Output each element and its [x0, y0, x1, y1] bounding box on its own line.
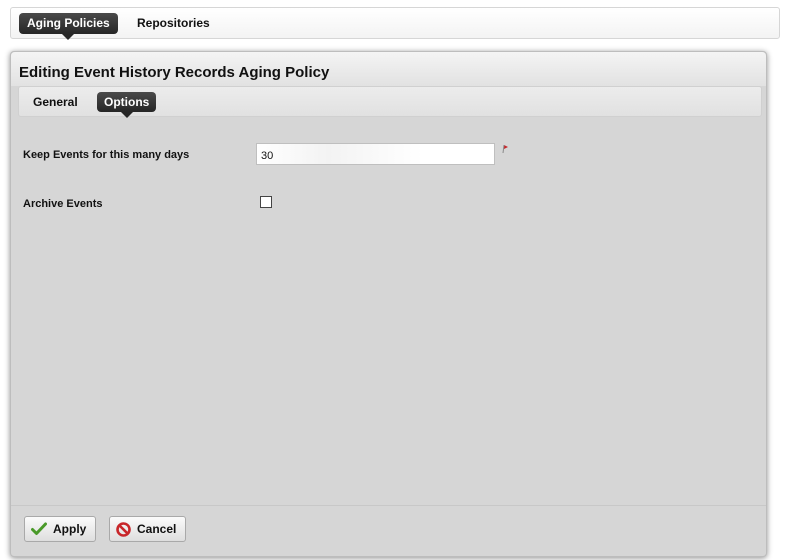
no-entry-icon: [116, 521, 131, 537]
archive-events-label: Archive Events: [23, 198, 103, 210]
cancel-button[interactable]: Cancel: [109, 516, 187, 542]
apply-button[interactable]: Apply: [24, 516, 97, 542]
tab-repositories-label: Repositories: [137, 16, 210, 30]
tab-aging-policies-label: Aging Policies: [27, 16, 110, 30]
checkmark-icon: [31, 522, 47, 535]
tab-aging-policies[interactable]: Aging Policies: [19, 13, 118, 40]
tab-options-label: Options: [104, 95, 150, 109]
dialog-title: Editing Event History Records Aging Poli…: [19, 64, 330, 81]
keep-days-input[interactable]: [256, 143, 495, 165]
cancel-button-label: Cancel: [137, 522, 177, 536]
apply-button-label: Apply: [53, 522, 87, 536]
top-nav-bar: Aging Policies Repositories: [10, 7, 780, 40]
dialog-header: Editing Event History Records Aging Poli…: [11, 52, 766, 86]
required-marker-icon: [502, 144, 508, 154]
keep-days-label: Keep Events for this many days: [23, 149, 190, 161]
tab-general-label: General: [33, 95, 78, 109]
tab-options[interactable]: Options: [97, 92, 157, 118]
tab-general[interactable]: General: [26, 92, 85, 112]
edit-policy-dialog: Editing Event History Records Aging Poli…: [10, 51, 767, 557]
dialog-tab-bar: General Options: [18, 86, 762, 118]
archive-events-checkbox[interactable]: [260, 196, 272, 208]
tab-repositories[interactable]: Repositories: [129, 13, 218, 34]
footer-divider: [11, 505, 766, 506]
